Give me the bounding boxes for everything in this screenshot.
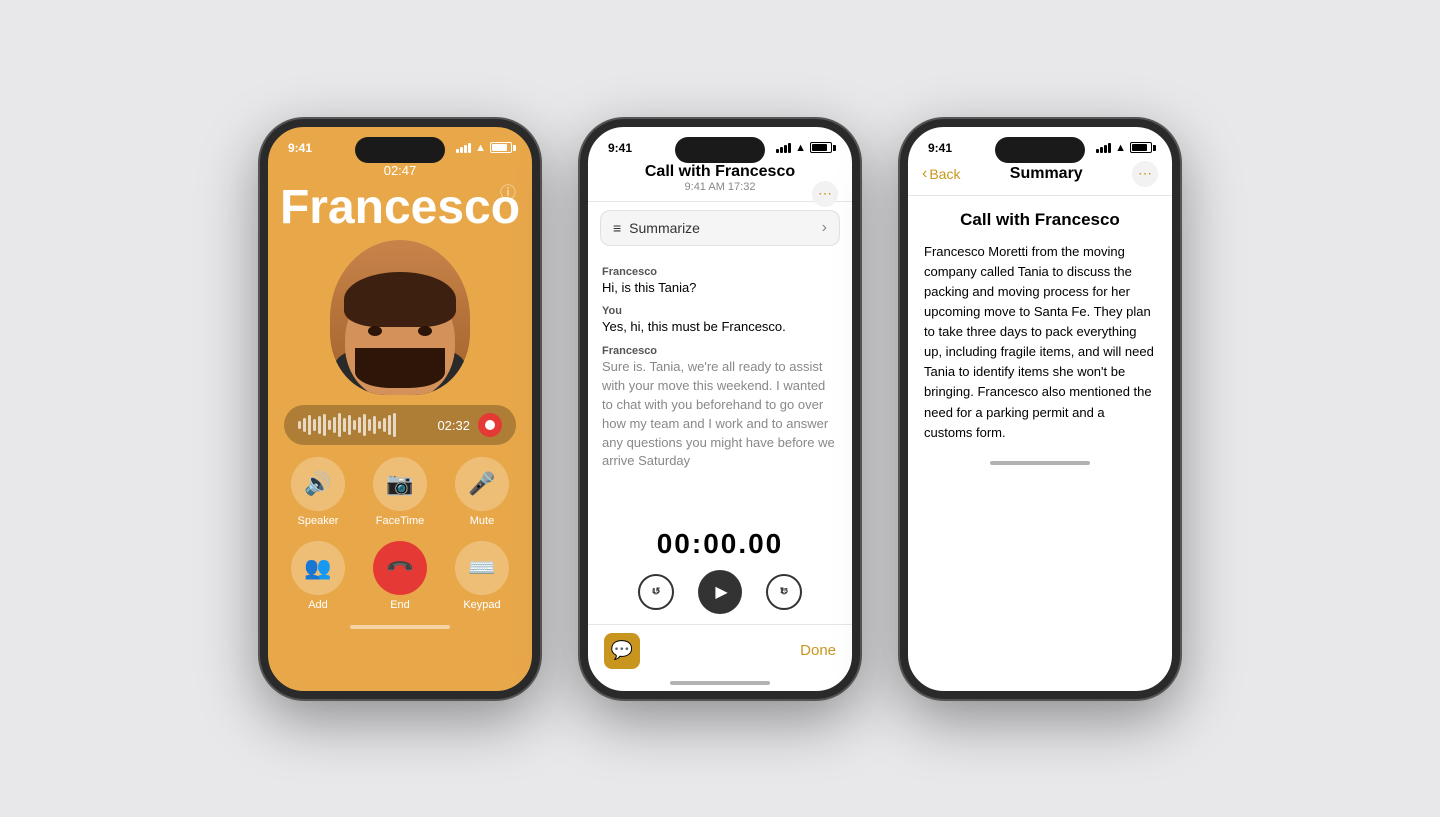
chat-icon[interactable]: 💬 (604, 633, 640, 669)
waveform-container: 02:32 (284, 405, 516, 445)
wifi-icon-2: ▲ (795, 142, 806, 154)
avatar-container (268, 240, 532, 395)
memoji-eye-left (368, 326, 382, 336)
record-button[interactable] (478, 413, 502, 437)
summary-title: Call with Francesco (924, 210, 1156, 230)
transcript-content: Call with Francesco 9:41 AM 17:32 ⋯ ≡ Su… (588, 159, 852, 677)
memoji-beard (355, 348, 445, 388)
back-label: Back (929, 166, 960, 182)
memoji-eye-right (418, 326, 432, 336)
transcript-item-2: Francesco Sure is. Tania, we're all read… (602, 345, 838, 471)
dynamic-island-2 (675, 137, 765, 163)
playback-timer: 00:00.00 (588, 518, 852, 566)
rewind-15-button[interactable]: ↺ 15 (638, 574, 674, 610)
phone-3-summary: 9:41 ▲ ‹ Back Summary ⋯ Call with France… (900, 119, 1180, 699)
transcript-text-2: Sure is. Tania, we're all ready to assis… (602, 358, 838, 471)
call-timer: 02:47 (268, 163, 532, 178)
summarize-label: Summarize (629, 220, 700, 236)
done-button[interactable]: Done (800, 642, 836, 659)
memoji-avatar (330, 240, 470, 395)
speaker-0: Francesco (602, 266, 838, 278)
summary-nav: ‹ Back Summary ⋯ (908, 159, 1172, 196)
dynamic-island (355, 137, 445, 163)
speaker-1: You (602, 305, 838, 317)
status-time-3: 9:41 (928, 141, 952, 155)
back-button[interactable]: ‹ Back (922, 165, 960, 183)
signal-bars-1 (456, 143, 471, 153)
chevron-right-icon: › (822, 219, 827, 237)
speaker-button[interactable]: 🔊 Speaker (284, 457, 352, 527)
transcript-title: Call with Francesco (604, 163, 836, 181)
home-indicator-2 (670, 681, 770, 685)
keypad-button[interactable]: ⌨️ Keypad (448, 541, 516, 611)
call-controls-grid: 🔊 Speaker 📷 FaceTime 🎤 Mute 👥 Add 📞 End … (268, 447, 532, 621)
transcript-footer: 💬 Done (588, 624, 852, 677)
battery-icon-1 (490, 142, 512, 153)
summary-body: Francesco Moretti from the moving compan… (924, 242, 1156, 443)
transcript-subtitle: 9:41 AM 17:32 (604, 181, 836, 193)
status-icons-3: ▲ (1096, 142, 1152, 154)
playback-controls: ↺ 15 ▶ ↻ 15 (588, 566, 852, 624)
transcript-item-1: You Yes, hi, this must be Francesco. (602, 305, 838, 337)
more-options-button[interactable]: ⋯ (812, 181, 838, 207)
waveform (298, 413, 429, 437)
summary-more-button[interactable]: ⋯ (1132, 161, 1158, 187)
summarize-icon: ≡ (613, 220, 621, 236)
caller-name: Francesco (268, 182, 532, 235)
status-time-2: 9:41 (608, 141, 632, 155)
battery-icon-3 (1130, 142, 1152, 153)
summarize-bar[interactable]: ≡ Summarize › (600, 210, 840, 246)
add-button[interactable]: 👥 Add (284, 541, 352, 611)
status-time-1: 9:41 (288, 141, 312, 155)
transcript-text-0: Hi, is this Tania? (602, 279, 838, 298)
call-duration: 02:32 (437, 418, 470, 433)
status-icons-1: ▲ (456, 142, 512, 154)
dynamic-island-3 (995, 137, 1085, 163)
end-call-button[interactable]: 📞 End (366, 541, 434, 611)
memoji-head (345, 280, 455, 395)
mute-button[interactable]: 🎤 Mute (448, 457, 516, 527)
signal-bars-2 (776, 143, 791, 153)
play-button[interactable]: ▶ (698, 570, 742, 614)
wifi-icon-3: ▲ (1115, 142, 1126, 154)
info-button[interactable]: ⓘ (498, 181, 518, 201)
memoji-face (350, 308, 450, 388)
transcript-item-0: Francesco Hi, is this Tania? (602, 266, 838, 298)
summary-content: Call with Francesco Francesco Moretti fr… (908, 196, 1172, 457)
wifi-icon-1: ▲ (475, 142, 486, 154)
home-indicator-1 (350, 625, 450, 629)
speaker-2: Francesco (602, 345, 838, 357)
facetime-button[interactable]: 📷 FaceTime (366, 457, 434, 527)
play-icon: ▶ (715, 582, 727, 602)
home-indicator-3 (990, 461, 1090, 465)
forward-15-button[interactable]: ↻ 15 (766, 574, 802, 610)
phone-2-transcript: 9:41 ▲ Call with Francesco 9:41 AM 17:32… (580, 119, 860, 699)
battery-icon-2 (810, 142, 832, 153)
chevron-left-icon: ‹ (922, 165, 927, 183)
summary-nav-title: Summary (1010, 165, 1083, 183)
transcript-body: Francesco Hi, is this Tania? You Yes, hi… (588, 254, 852, 518)
status-icons-2: ▲ (776, 142, 832, 154)
phone-1-active-call: 9:41 ▲ ⓘ 02:47 Francesco (260, 119, 540, 699)
signal-bars-3 (1096, 143, 1111, 153)
transcript-text-1: Yes, hi, this must be Francesco. (602, 318, 838, 337)
